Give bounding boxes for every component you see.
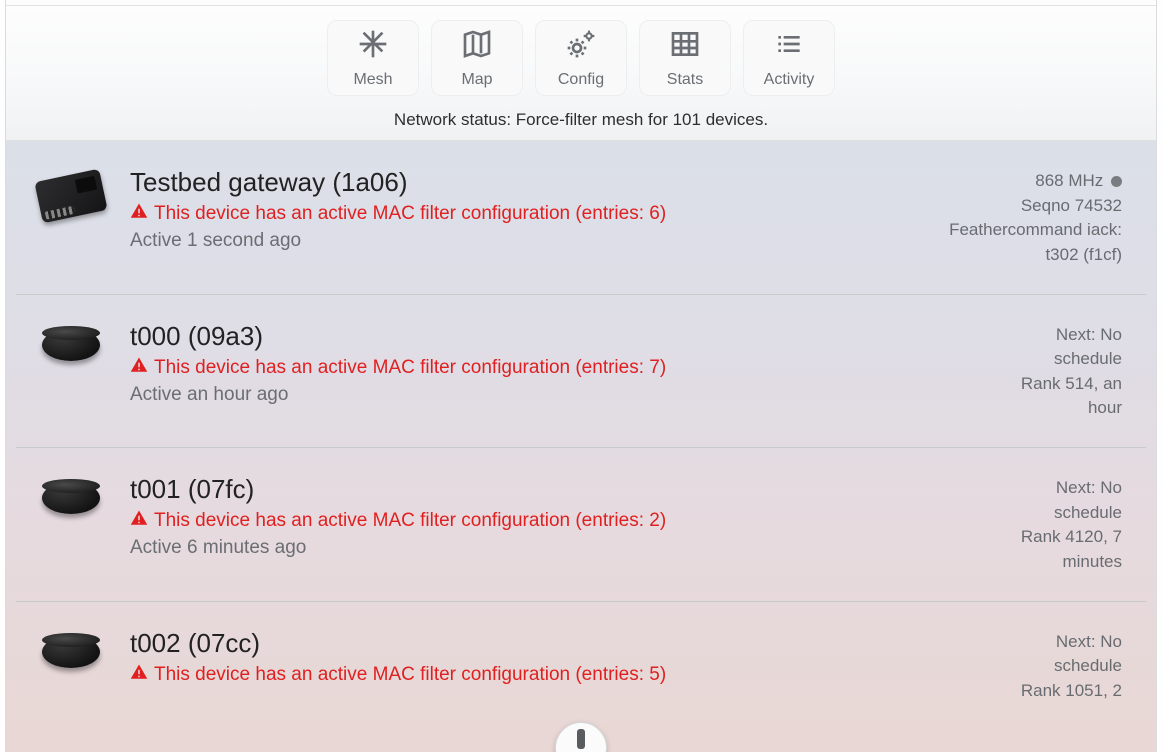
device-sideinfo: 868 MHz Seqno 74532 Feathercommand iack:… (949, 167, 1122, 268)
device-main: t001 (07fc) This device has an active MA… (130, 474, 1003, 559)
device-sideinfo: Next: No schedule Rank 1051, 2 (1021, 628, 1122, 704)
freq-text: 868 MHz (1035, 171, 1103, 190)
side-line3: Rank 514, an (1021, 372, 1122, 397)
device-warning: This device has an active MAC filter con… (130, 356, 1003, 380)
warning-icon (130, 202, 148, 226)
device-warning-text: This device has an active MAC filter con… (154, 664, 666, 686)
device-main: t000 (09a3) This device has an active MA… (130, 321, 1003, 406)
seqno-text: Seqno 74532 (949, 194, 1122, 219)
side-line2: schedule (1021, 501, 1122, 526)
device-title: t002 (07cc) (130, 628, 1003, 659)
device-warning: This device has an active MAC filter con… (130, 663, 1003, 687)
side-line3: Rank 4120, 7 (1021, 525, 1122, 550)
side-line2: schedule (1021, 347, 1122, 372)
side-line4: minutes (1021, 550, 1122, 575)
board-icon (34, 169, 107, 224)
nav-stats-label: Stats (667, 71, 703, 89)
puck-icon (42, 636, 100, 668)
nav-map-label: Map (461, 71, 492, 89)
side-line1: Next: No (1021, 630, 1122, 655)
nav-mesh-label: Mesh (353, 71, 392, 89)
snowflake-icon (357, 28, 389, 65)
status-dot-icon (1111, 176, 1122, 187)
nav-mesh-button[interactable]: Mesh (327, 20, 419, 96)
device-row[interactable]: t002 (07cc) This device has an active MA… (16, 602, 1146, 730)
side-line2: schedule (1021, 654, 1122, 679)
device-thumbnail (30, 474, 112, 514)
fab-handle-icon (577, 729, 585, 749)
side-line3: Feathercommand iack: (949, 218, 1122, 243)
gears-icon (565, 28, 597, 65)
warning-icon (130, 663, 148, 687)
nav-activity-label: Activity (764, 71, 815, 89)
device-sideinfo: Next: No schedule Rank 514, an hour (1021, 321, 1122, 422)
device-active-text: Active 6 minutes ago (130, 537, 1003, 559)
device-title: t000 (09a3) (130, 321, 1003, 352)
app-frame: Mesh Map Config Stats (6, 0, 1156, 752)
nav-row: Mesh Map Config Stats (6, 20, 1156, 96)
device-warning: This device has an active MAC filter con… (130, 202, 931, 226)
device-thumbnail (30, 167, 112, 217)
device-main: t002 (07cc) This device has an active MA… (130, 628, 1003, 691)
side-line1: Next: No (1021, 476, 1122, 501)
puck-icon (42, 482, 100, 514)
list-icon (773, 28, 805, 65)
device-active-text: Active 1 second ago (130, 230, 931, 252)
header: Mesh Map Config Stats (6, 6, 1156, 141)
warning-icon (130, 356, 148, 380)
device-main: Testbed gateway (1a06) This device has a… (130, 167, 931, 252)
device-title: t001 (07fc) (130, 474, 1003, 505)
table-icon (669, 28, 701, 65)
device-list: Testbed gateway (1a06) This device has a… (6, 141, 1156, 730)
device-row[interactable]: t001 (07fc) This device has an active MA… (16, 448, 1146, 602)
nav-config-label: Config (558, 71, 604, 89)
side-line3: Rank 1051, 2 (1021, 679, 1122, 704)
side-line4: t302 (f1cf) (949, 243, 1122, 268)
device-row[interactable]: Testbed gateway (1a06) This device has a… (16, 141, 1146, 295)
device-warning-text: This device has an active MAC filter con… (154, 203, 666, 225)
device-title: Testbed gateway (1a06) (130, 167, 931, 198)
device-warning-text: This device has an active MAC filter con… (154, 510, 666, 532)
nav-activity-button[interactable]: Activity (743, 20, 835, 96)
nav-config-button[interactable]: Config (535, 20, 627, 96)
device-sideinfo: Next: No schedule Rank 4120, 7 minutes (1021, 474, 1122, 575)
device-warning-text: This device has an active MAC filter con… (154, 357, 666, 379)
puck-icon (42, 329, 100, 361)
device-warning: This device has an active MAC filter con… (130, 509, 1003, 533)
device-row[interactable]: t000 (09a3) This device has an active MA… (16, 295, 1146, 449)
network-status-text: Network status: Force-filter mesh for 10… (6, 110, 1156, 130)
device-thumbnail (30, 628, 112, 668)
device-thumbnail (30, 321, 112, 361)
nav-stats-button[interactable]: Stats (639, 20, 731, 96)
side-line1: Next: No (1021, 323, 1122, 348)
nav-map-button[interactable]: Map (431, 20, 523, 96)
device-active-text: Active an hour ago (130, 384, 1003, 406)
side-line4: hour (1021, 396, 1122, 421)
warning-icon (130, 509, 148, 533)
map-icon (461, 28, 493, 65)
